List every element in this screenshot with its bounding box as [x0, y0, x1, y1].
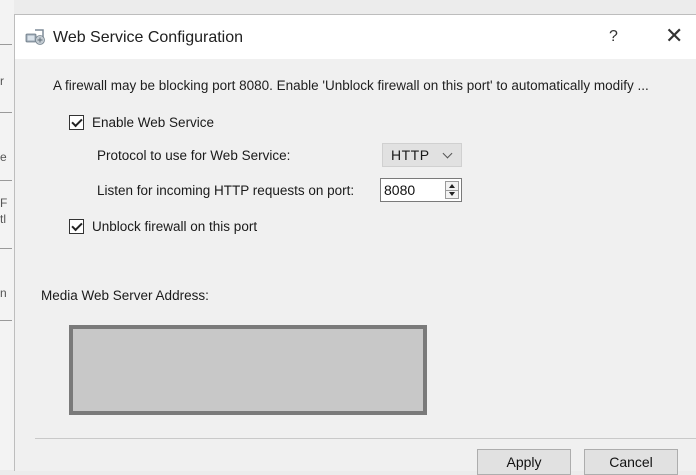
web-service-icon — [25, 27, 45, 47]
checkbox-box[interactable] — [69, 219, 84, 234]
protocol-label: Protocol to use for Web Service: — [97, 148, 291, 163]
apply-button[interactable]: Apply — [477, 449, 571, 475]
port-stepper[interactable] — [380, 178, 462, 202]
enable-web-service-checkbox[interactable]: Enable Web Service — [69, 115, 214, 130]
background-divider — [0, 180, 12, 181]
port-input[interactable] — [384, 182, 440, 198]
cancel-button[interactable]: Cancel — [584, 449, 678, 475]
background-divider — [0, 112, 12, 113]
background-text-fragment: tl — [0, 212, 6, 226]
help-button[interactable]: ? — [609, 28, 618, 46]
background-divider — [0, 44, 12, 45]
port-label: Listen for incoming HTTP requests on por… — [97, 183, 355, 198]
close-button[interactable]: ✕ — [665, 25, 683, 47]
web-service-configuration-dialog: Web Service Configuration ? ✕ A firewall… — [14, 14, 696, 475]
background-text-fragment: n — [0, 286, 7, 300]
background-divider — [0, 320, 12, 321]
background-divider — [0, 248, 12, 249]
footer-divider — [35, 438, 696, 439]
unblock-firewall-checkbox[interactable]: Unblock firewall on this port — [69, 219, 257, 234]
media-web-server-address-label: Media Web Server Address: — [41, 288, 209, 303]
background-text-fragment: e — [0, 150, 7, 164]
chevron-down-icon — [442, 148, 453, 159]
background-text-fragment: F — [0, 196, 8, 210]
dialog-title: Web Service Configuration — [53, 29, 244, 46]
media-web-server-address-box — [69, 325, 427, 415]
check-icon — [70, 219, 83, 231]
title-bar[interactable]: Web Service Configuration ? ✕ — [15, 15, 696, 59]
background-window: r e F tl n — [0, 0, 14, 470]
stepper-buttons[interactable] — [445, 181, 459, 199]
arrow-down-icon[interactable] — [449, 192, 455, 196]
protocol-select-value: HTTP — [391, 147, 430, 163]
firewall-warning-text: A firewall may be blocking port 8080. En… — [53, 78, 649, 93]
stepper-divider — [446, 190, 458, 191]
dialog-content: A firewall may be blocking port 8080. En… — [15, 59, 696, 475]
enable-web-service-label: Enable Web Service — [92, 115, 215, 130]
arrow-up-icon[interactable] — [449, 184, 455, 188]
protocol-select[interactable]: HTTP — [382, 143, 462, 167]
background-text-fragment: r — [0, 74, 4, 88]
check-icon — [70, 115, 83, 127]
checkbox-box[interactable] — [69, 115, 84, 130]
unblock-firewall-label: Unblock firewall on this port — [92, 219, 258, 234]
